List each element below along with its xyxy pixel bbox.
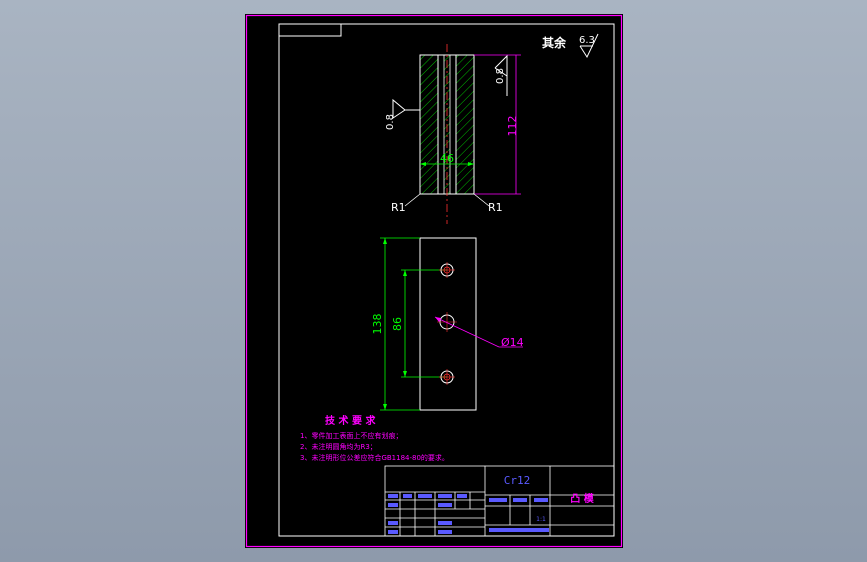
dim-overall-label: 138	[371, 314, 384, 335]
corner-code-box	[278, 23, 342, 37]
roughness-left-value: 0.8	[385, 114, 396, 130]
dim-width-label: 46	[440, 152, 454, 165]
cad-drawing: 其余 6.3 112 46 0.8 0.8 R1 R1 138 86 Ø14 技…	[245, 14, 623, 548]
roughness-left-symbol	[392, 98, 420, 119]
tech-req-item-2: 2、未注明圆角均为R3；	[300, 442, 377, 451]
hole-center	[437, 312, 457, 332]
dim-holes-label: 86	[391, 317, 404, 331]
roughness-right-value: 0.8	[495, 68, 506, 84]
hole-top	[439, 262, 455, 278]
surface-note-label: 其余	[542, 35, 567, 50]
tech-req-item-1: 1、零件加工表面上不应有划痕；	[300, 431, 402, 440]
tech-req-title: 技 术 要 求	[325, 414, 376, 427]
radius-right-label: R1	[488, 201, 503, 214]
part-name-label: 凸 模	[570, 492, 594, 505]
dim-height-label: 112	[506, 116, 519, 137]
radius-left-leader	[404, 193, 421, 207]
radius-right-leader	[473, 193, 490, 207]
surface-note-value: 6.3	[579, 35, 595, 46]
hole-bottom	[439, 369, 455, 385]
drawing-sheet: 其余 6.3 112 46 0.8 0.8 R1 R1 138 86 Ø14 技…	[245, 14, 623, 548]
radius-left-label: R1	[391, 201, 406, 214]
hole-dia-label: Ø14	[501, 336, 524, 349]
scale-label: 1:1	[536, 516, 546, 523]
material-label: Cr12	[504, 474, 531, 487]
tech-req-item-3: 3、未注明形位公差应符合GB1184-80的要求。	[300, 453, 449, 462]
